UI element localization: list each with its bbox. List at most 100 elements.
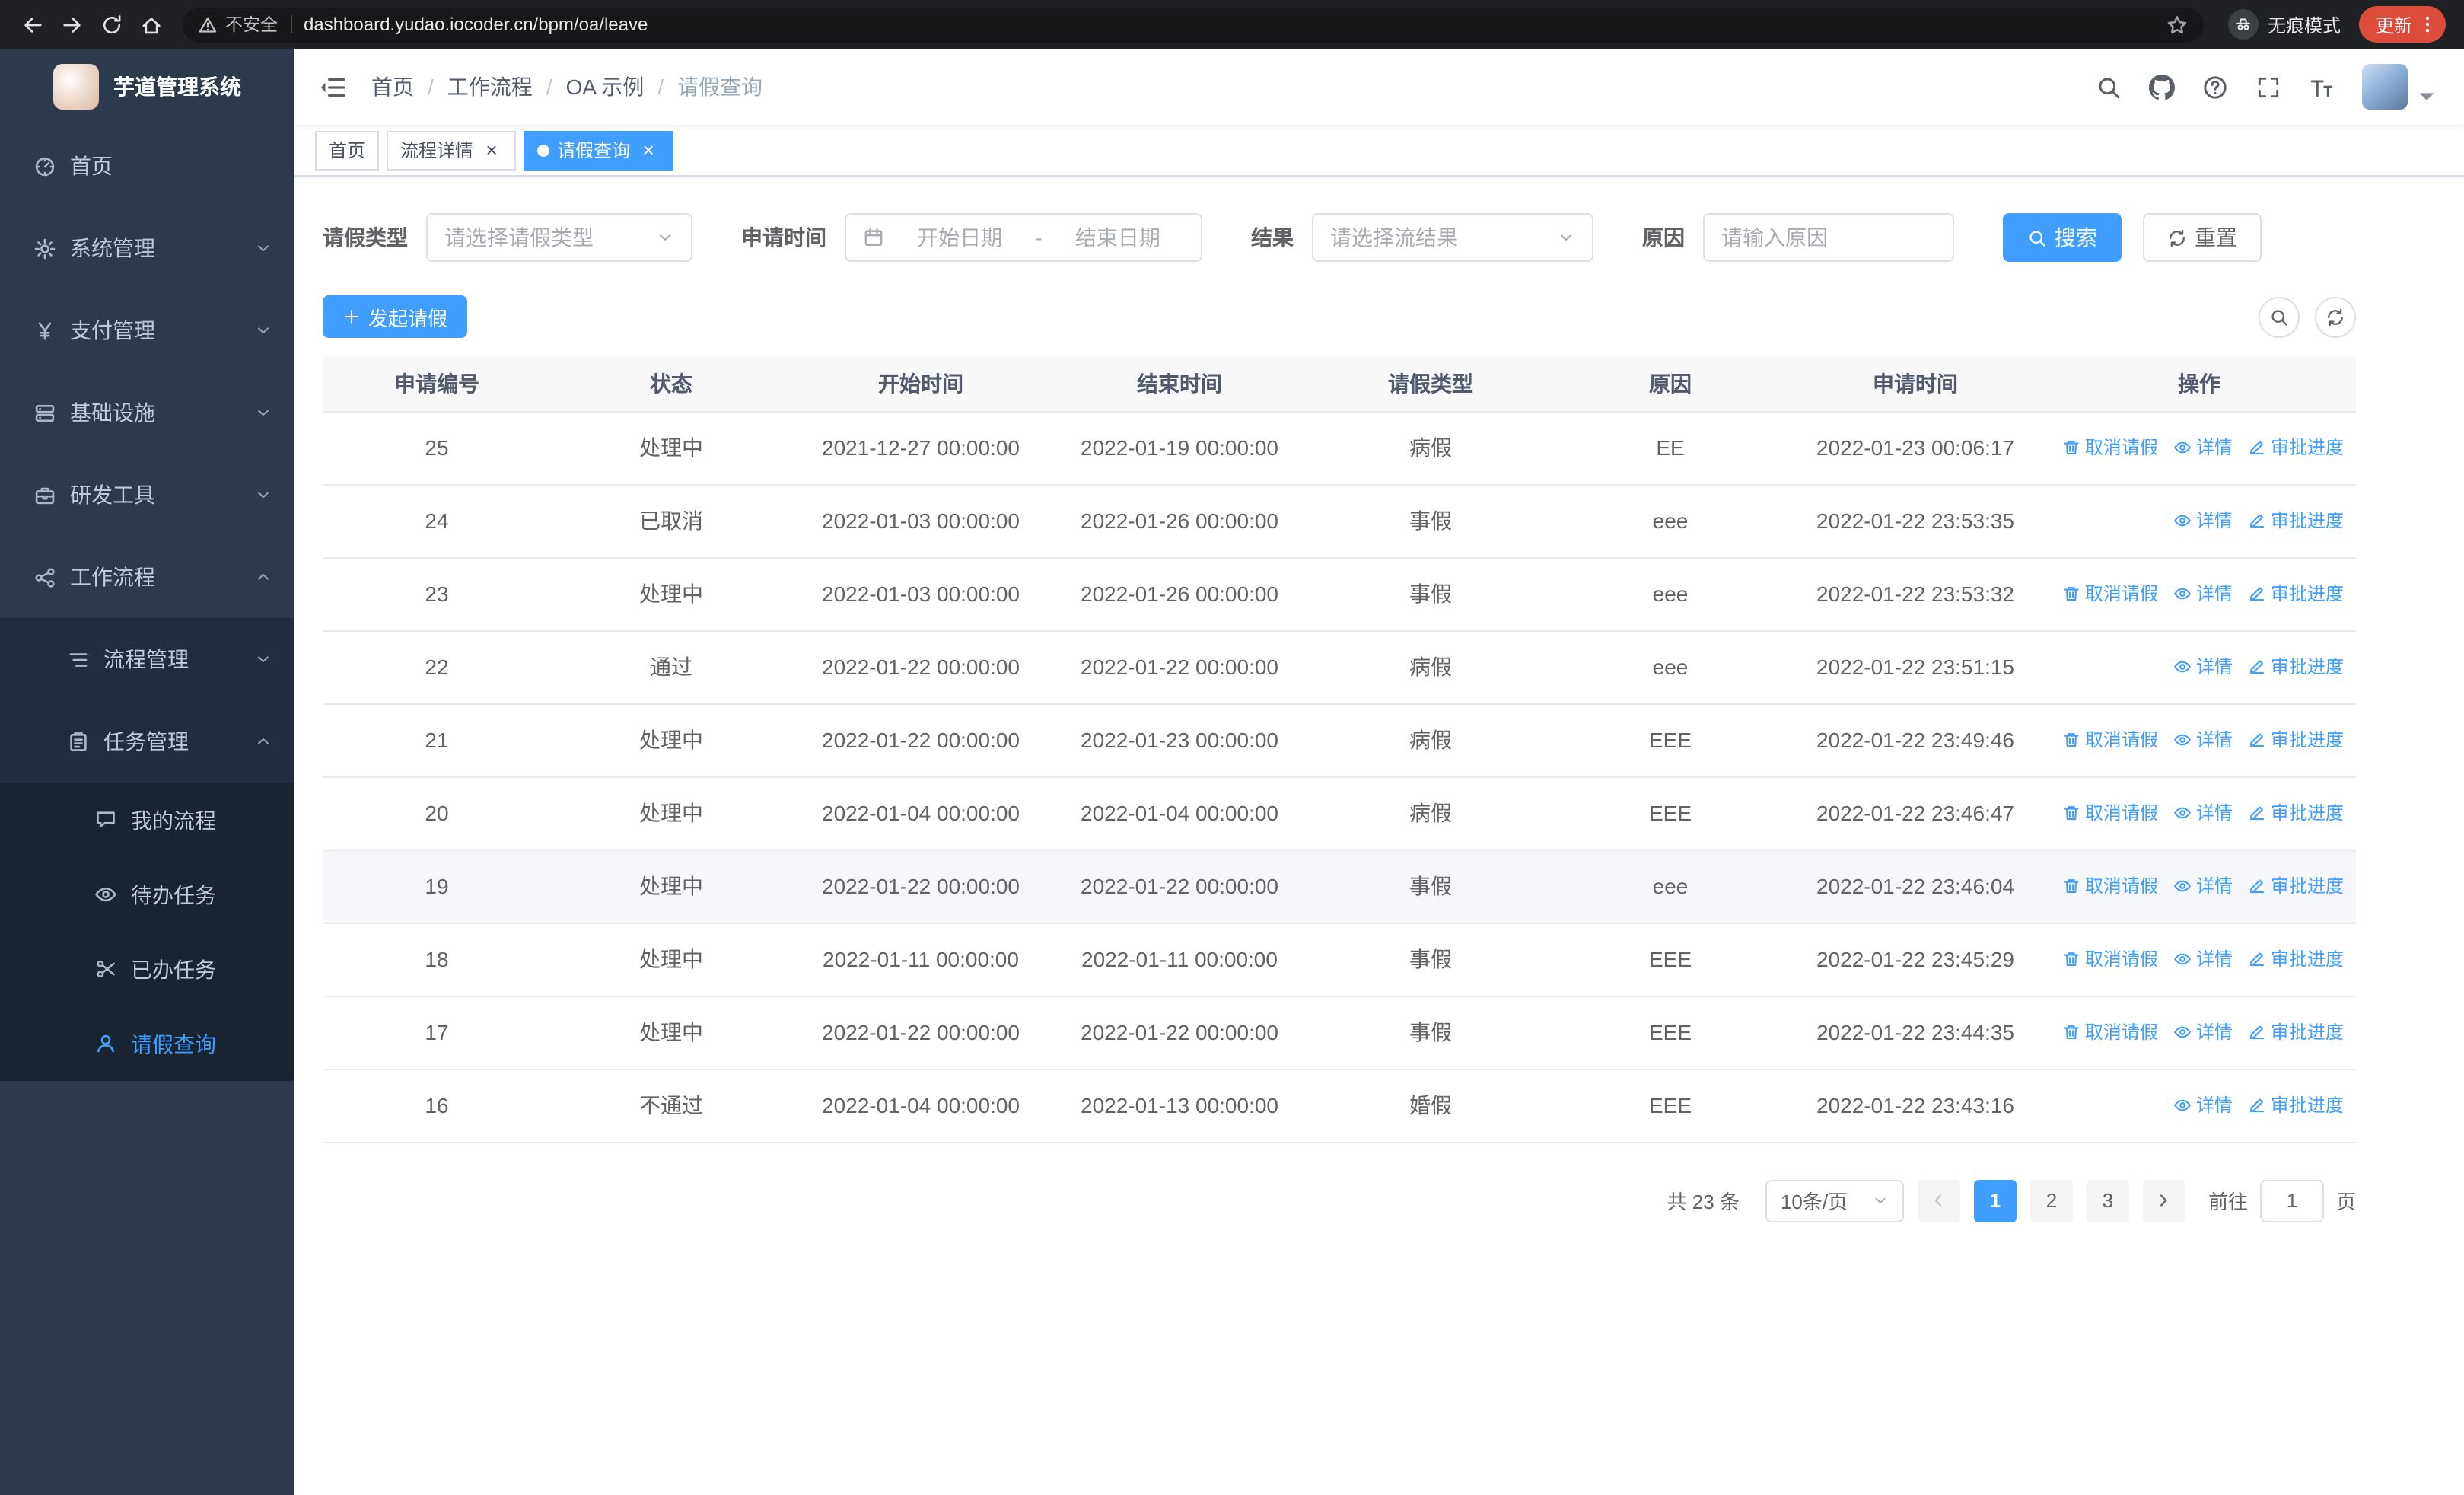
approval-progress-link[interactable]: 审批进度 (2248, 581, 2344, 607)
approval-progress-link[interactable]: 审批进度 (2248, 946, 2344, 972)
toggle-search-button[interactable] (2259, 296, 2300, 337)
tab-close-icon[interactable]: × (481, 139, 502, 161)
back-button[interactable] (12, 5, 52, 44)
fullscreen-icon[interactable] (2255, 74, 2281, 100)
sidebar-item-payment-management[interactable]: 支付管理 (0, 289, 294, 371)
edit-icon (2248, 731, 2266, 749)
table-cell: 事假 (1309, 996, 1552, 1069)
sidebar-item-label: 研发工具 (70, 483, 155, 507)
reset-button[interactable]: 重置 (2143, 213, 2262, 262)
search-button[interactable]: 搜索 (2003, 213, 2122, 262)
result-select[interactable]: 请选择流结果 (1312, 213, 1593, 262)
app-logo-row[interactable]: 芋道管理系统 (0, 49, 294, 125)
page-button-3[interactable]: 3 (2086, 1179, 2129, 1222)
sidebar-item-leave-query[interactable]: 请假查询 (0, 1006, 294, 1081)
page-size-select[interactable]: 10条/页 (1765, 1179, 1904, 1222)
help-icon[interactable] (2202, 74, 2228, 100)
sidebar-item-label: 支付管理 (70, 318, 155, 343)
sidebar-item-dev-tools[interactable]: 研发工具 (0, 454, 294, 536)
eye-icon (2173, 658, 2192, 676)
leave-type-label: 请假类型 (323, 225, 408, 250)
approval-progress-link[interactable]: 审批进度 (2248, 873, 2344, 899)
detail-link[interactable]: 详情 (2173, 946, 2233, 972)
table-header-row: 申请编号 状态 开始时间 结束时间 请假类型 原因 申请时间 操作 (323, 356, 2356, 412)
bookmark-star-icon[interactable] (2166, 13, 2189, 36)
sidebar-item-process-management[interactable]: 流程管理 (0, 618, 294, 700)
approval-progress-link[interactable]: 审批进度 (2248, 435, 2344, 461)
detail-link[interactable]: 详情 (2173, 727, 2233, 753)
approval-progress-link[interactable]: 审批进度 (2248, 508, 2344, 534)
home-button[interactable] (131, 5, 170, 44)
goto-label: 前往 (2208, 1191, 2248, 1213)
cancel-leave-link[interactable]: 取消请假 (2062, 946, 2158, 972)
user-menu[interactable] (2362, 64, 2440, 110)
reason-input[interactable] (1703, 213, 1954, 262)
table-cell: eee (1552, 484, 1788, 558)
page-button-2[interactable]: 2 (2029, 1179, 2073, 1222)
address-bar[interactable]: 不安全 dashboard.yudao.iocoder.cn/bpm/oa/le… (183, 7, 2204, 42)
sidebar-item-infrastructure[interactable]: 基础设施 (0, 371, 294, 454)
user-icon (94, 1032, 117, 1055)
detail-link[interactable]: 详情 (2173, 800, 2233, 826)
detail-link[interactable]: 详情 (2173, 654, 2233, 680)
create-leave-button[interactable]: 发起请假 (323, 295, 468, 338)
leave-type-select[interactable]: 请选择请假类型 (426, 213, 692, 262)
forward-icon (60, 13, 83, 36)
update-button[interactable]: 更新 (2358, 6, 2446, 43)
detail-link[interactable]: 详情 (2173, 581, 2233, 607)
table-cell: 2022-01-04 00:00:00 (791, 1069, 1050, 1143)
search-icon (2027, 228, 2047, 247)
tab-leave-query[interactable]: 请假查询 × (524, 130, 673, 170)
cancel-leave-link[interactable]: 取消请假 (2062, 873, 2158, 899)
reload-button[interactable] (91, 5, 131, 44)
table-cell: 2022-01-04 00:00:00 (791, 776, 1050, 850)
breadcrumb-item[interactable]: 首页 (371, 72, 414, 102)
sidebar-item-home[interactable]: 首页 (0, 125, 294, 207)
approval-progress-link[interactable]: 审批进度 (2248, 800, 2344, 826)
tab-process-detail[interactable]: 流程详情 × (387, 130, 517, 170)
cancel-leave-link[interactable]: 取消请假 (2062, 727, 2158, 753)
github-icon[interactable] (2149, 74, 2175, 100)
edit-icon (2248, 512, 2266, 530)
table-cell: 处理中 (551, 411, 791, 485)
page-goto-input[interactable] (2259, 1179, 2324, 1222)
edit-icon (2248, 877, 2266, 895)
breadcrumb-item[interactable]: 工作流程 (447, 72, 533, 102)
page-button-1[interactable]: 1 (1973, 1179, 2017, 1222)
search-icon[interactable] (2096, 74, 2122, 100)
cancel-leave-link[interactable]: 取消请假 (2062, 800, 2158, 826)
edit-icon (2248, 1096, 2266, 1114)
approval-progress-link[interactable]: 审批进度 (2248, 1092, 2344, 1118)
sidebar-item-my-processes[interactable]: 我的流程 (0, 783, 294, 857)
date-range-picker[interactable]: 开始日期 - 结束日期 (845, 213, 1202, 262)
detail-link[interactable]: 详情 (2173, 1092, 2233, 1118)
next-page-button[interactable] (2142, 1179, 2185, 1222)
sidebar-item-system-management[interactable]: 系统管理 (0, 207, 294, 289)
font-size-icon[interactable] (2309, 74, 2335, 100)
cancel-leave-link[interactable]: 取消请假 (2062, 581, 2158, 607)
approval-progress-link[interactable]: 审批进度 (2248, 1019, 2344, 1045)
table-cell: eee (1552, 557, 1788, 631)
cancel-leave-link[interactable]: 取消请假 (2062, 435, 2158, 461)
actions-cell: 取消请假 详情 审批进度 (2042, 411, 2356, 485)
approval-progress-link[interactable]: 审批进度 (2248, 654, 2344, 680)
detail-link[interactable]: 详情 (2173, 508, 2233, 534)
sidebar-item-completed-tasks[interactable]: 已办任务 (0, 932, 294, 1006)
tab-close-icon[interactable]: × (638, 139, 659, 161)
forward-button[interactable] (52, 5, 91, 44)
menu-kebab-icon[interactable] (2417, 14, 2438, 35)
refresh-table-button[interactable] (2315, 296, 2356, 337)
detail-link[interactable]: 详情 (2173, 873, 2233, 899)
detail-link[interactable]: 详情 (2173, 1019, 2233, 1045)
tab-home[interactable]: 首页 (315, 130, 380, 170)
sidebar-item-task-management[interactable]: 任务管理 (0, 700, 294, 783)
cancel-leave-link[interactable]: 取消请假 (2062, 1019, 2158, 1045)
detail-link[interactable]: 详情 (2173, 435, 2233, 461)
prev-page-button[interactable] (1917, 1179, 1960, 1222)
sidebar-item-pending-tasks[interactable]: 待办任务 (0, 857, 294, 932)
dashboard-icon (33, 155, 56, 177)
breadcrumb-item[interactable]: OA 示例 (566, 72, 645, 102)
approval-progress-link[interactable]: 审批进度 (2248, 727, 2344, 753)
sidebar-item-workflow[interactable]: 工作流程 (0, 536, 294, 618)
hamburger-icon[interactable] (318, 72, 347, 101)
